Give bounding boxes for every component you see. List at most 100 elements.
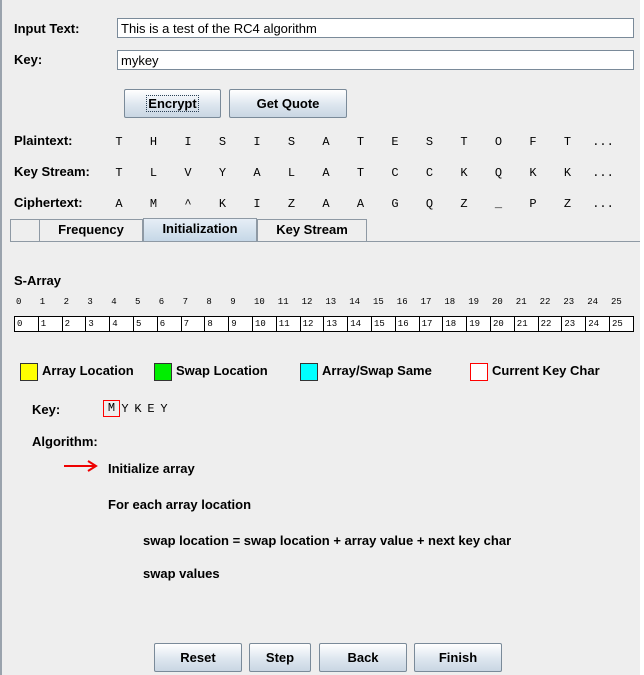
s-array-index: 25 [611,297,622,307]
s-array-cell: 24 [585,316,610,332]
row-char: _ [494,197,503,211]
input-text-label: Input Text: [14,21,80,36]
s-array-index: 24 [587,297,598,307]
encrypt-button[interactable]: Encrypt [124,89,221,118]
row-char: T [115,135,123,149]
legend-swatch [20,363,38,381]
reset-button[interactable]: Reset [154,643,242,672]
s-array-cell: 11 [275,316,301,332]
s-array-index: 10 [254,297,265,307]
s-array-index: 15 [373,297,384,307]
s-array-index: 9 [230,297,236,307]
s-array-index: 11 [277,297,289,307]
row-char: K [460,166,468,180]
s-array-cell: 6 [156,316,182,332]
row-char: K [218,197,227,211]
row-char: T [356,166,365,180]
tab-blank[interactable] [10,219,40,241]
row-char: F [529,135,537,149]
row-char: I [253,135,261,149]
row-char: ... [592,166,614,180]
s-array-index: 20 [492,297,503,307]
row-char: A [253,166,261,180]
key-label: Key: [14,52,43,67]
legend-label: Array Location [42,363,134,378]
row-char: ... [592,135,614,149]
s-array-index: 7 [182,297,188,307]
key-char: E [147,402,155,416]
keystream-label: Key Stream: [14,164,90,179]
row-char: ... [592,197,614,211]
legend-label: Swap Location [176,363,268,378]
row-char: A [356,197,365,211]
row-char: I [253,197,261,211]
s-array-cell: 19 [466,316,491,332]
s-array-index: 3 [87,297,93,307]
s-array-cell: 15 [371,316,396,332]
s-array-index: 12 [301,297,313,307]
s-array-index: 22 [539,297,551,307]
get-quote-button[interactable]: Get Quote [229,89,347,118]
key-field[interactable] [117,50,634,70]
s-array-index: 2 [63,297,69,307]
row-char: O [494,135,503,149]
row-char: K [563,166,572,180]
s-array-cell: 7 [180,316,206,332]
row-char: I [184,135,192,149]
s-array-index: 23 [563,297,575,307]
row-char: A [322,135,330,149]
row-char: G [391,197,399,211]
tab-frequency[interactable]: Frequency [39,219,143,241]
step-button[interactable]: Step [249,643,311,672]
row-char: H [149,135,158,149]
rc4-window: Input Text: Key: Encrypt Get Quote Plain… [0,0,640,675]
back-button[interactable]: Back [319,643,407,672]
s-array-cell: 20 [490,316,515,332]
row-char: S [425,135,434,149]
legend-label: Array/Swap Same [322,363,432,378]
s-array-title: S-Array [14,273,61,288]
s-array-cell: 3 [85,316,111,332]
key-display-label: Key: [32,402,61,417]
s-array-index: 18 [444,297,456,307]
row-char: C [391,166,399,180]
row-char: L [287,166,296,180]
s-array-cell: 14 [347,316,372,332]
tab-key-stream[interactable]: Key Stream [257,219,367,241]
s-array-index: 16 [396,297,408,307]
legend-swatch [300,363,318,381]
ciphertext-label: Ciphertext: [14,195,83,210]
key-char: Y [121,402,129,416]
row-char: T [115,166,123,180]
row-char: Z [563,197,572,211]
row-char: Z [460,197,468,211]
key-char: M [103,400,120,417]
s-array-cell: 12 [299,316,325,332]
legend-label: Current Key Char [492,363,600,378]
row-char: T [460,135,468,149]
plaintext-label: Plaintext: [14,133,73,148]
current-step-arrow-icon [64,460,98,472]
tab-initialization[interactable]: Initialization [143,218,257,242]
s-array-cell: 21 [513,316,539,332]
row-char: ^ [184,197,192,211]
finish-button[interactable]: Finish [414,643,502,672]
key-char: K [134,402,142,416]
key-char: Y [160,402,168,416]
s-array-cell: 5 [133,316,158,332]
input-text-field[interactable] [117,18,634,38]
s-array-index: 5 [135,297,141,307]
algorithm-label: Algorithm: [32,434,98,449]
s-array-cell: 8 [204,316,230,332]
algorithm-step-swap-values: swap values [143,566,220,581]
legend-swatch [154,363,172,381]
algorithm-step-for-each: For each array location [108,497,252,512]
s-array-index: 21 [515,297,527,307]
algorithm-step-initialize: Initialize array [108,461,195,476]
s-array-index: 8 [206,297,212,307]
s-array-cell: 4 [109,316,134,332]
row-char: Q [494,166,503,180]
row-char: S [218,135,227,149]
s-array-index: 17 [420,297,432,307]
s-array-cell: 25 [609,316,634,332]
